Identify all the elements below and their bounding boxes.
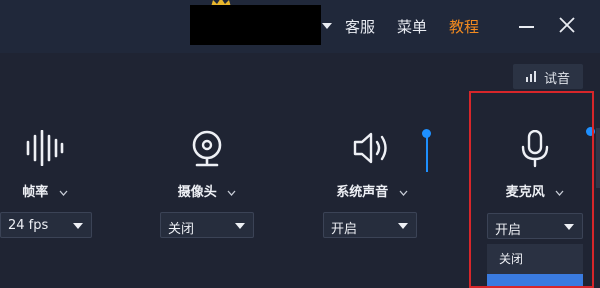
microphone-value: 开启 bbox=[495, 223, 522, 238]
test-sound-button[interactable]: 试音 bbox=[513, 64, 583, 89]
dropdown-option-off[interactable]: 关闭 bbox=[487, 244, 583, 272]
webcam-icon bbox=[192, 130, 222, 167]
framerate-waveform-icon bbox=[26, 130, 64, 166]
microphone-icon bbox=[521, 130, 549, 168]
camera-select[interactable]: 关闭 bbox=[160, 212, 254, 238]
chevron-down-icon bbox=[399, 190, 408, 196]
microphone-dropdown-menu: 关闭 bbox=[487, 244, 583, 288]
camera-setting: 摄像头 bbox=[157, 128, 257, 268]
system-audio-volume-handle[interactable] bbox=[422, 129, 431, 138]
framerate-select[interactable]: 24 fps bbox=[0, 212, 92, 238]
camera-label: 摄像头 bbox=[177, 185, 217, 200]
dropdown-arrow-icon bbox=[235, 223, 245, 229]
microphone-volume-handle[interactable] bbox=[586, 127, 595, 136]
system-audio-volume-slider[interactable] bbox=[426, 134, 428, 172]
nav-menu[interactable]: 菜单 bbox=[397, 16, 427, 37]
close-button[interactable] bbox=[559, 17, 575, 33]
camera-label-row[interactable]: 摄像头 bbox=[157, 181, 257, 200]
microphone-label: 麦克风 bbox=[505, 185, 545, 200]
framerate-setting: 帧率 bbox=[0, 128, 95, 268]
microphone-select[interactable]: 开启 bbox=[487, 213, 583, 239]
microphone-label-row[interactable]: 麦克风 bbox=[485, 181, 585, 200]
dropdown-arrow-icon bbox=[564, 224, 574, 230]
camera-value: 关闭 bbox=[168, 222, 195, 237]
system-audio-label-row[interactable]: 系统声音 bbox=[322, 181, 422, 200]
speaker-icon bbox=[353, 132, 387, 164]
system-audio-select[interactable]: 开启 bbox=[323, 212, 417, 238]
system-audio-setting: 系统声音 bbox=[322, 128, 422, 268]
system-audio-value: 开启 bbox=[331, 222, 358, 237]
minimize-button[interactable] bbox=[519, 26, 534, 28]
dropdown-arrow-icon bbox=[398, 223, 408, 229]
framerate-label: 帧率 bbox=[22, 185, 49, 200]
dropdown-option-label: 关闭 bbox=[499, 252, 524, 266]
account-dropdown-caret-icon[interactable] bbox=[321, 22, 333, 30]
framerate-value: 24 fps bbox=[8, 218, 49, 233]
dropdown-arrow-icon bbox=[73, 223, 83, 229]
microphone-volume-slider[interactable] bbox=[596, 128, 600, 188]
system-audio-label: 系统声音 bbox=[336, 185, 389, 200]
chevron-down-icon bbox=[555, 190, 564, 196]
nav-tutorial[interactable]: 教程 bbox=[449, 16, 479, 37]
account-avatar-redacted[interactable] bbox=[190, 5, 321, 45]
chevron-down-icon bbox=[59, 190, 68, 196]
nav-customer-service[interactable]: 客服 bbox=[345, 16, 375, 37]
audio-levels-icon bbox=[526, 71, 536, 82]
framerate-label-row[interactable]: 帧率 bbox=[0, 181, 95, 200]
test-sound-label: 试音 bbox=[544, 72, 571, 87]
chevron-down-icon bbox=[227, 190, 236, 196]
dropdown-option-on[interactable] bbox=[487, 274, 583, 288]
